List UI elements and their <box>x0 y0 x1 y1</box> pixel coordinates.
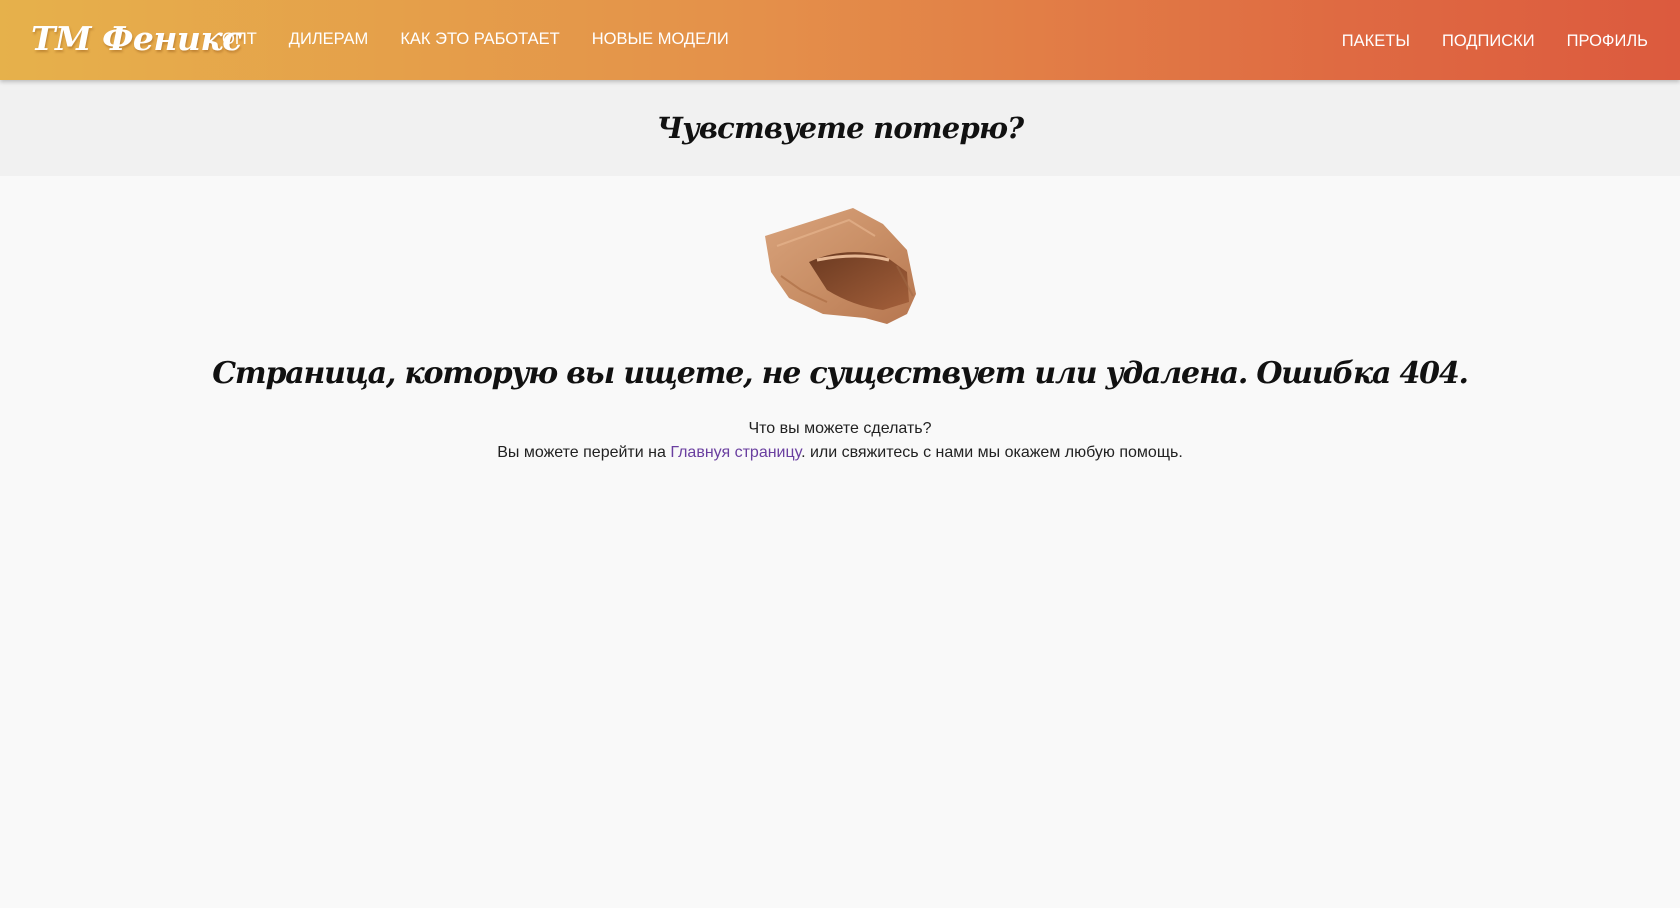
nav-link-how-it-works[interactable]: КАК ЭТО РАБОТАЕТ <box>400 26 559 52</box>
account-nav: ПАКЕТЫ ПОДПИСКИ ПРОФИЛЬ <box>1310 28 1648 54</box>
nav-link-new-models[interactable]: НОВЫЕ МОДЕЛИ <box>592 26 729 52</box>
top-navbar: ТМ Феникс ОПТ ДИЛЕРАМ КАК ЭТО РАБОТАЕТ Н… <box>0 0 1680 80</box>
page-title: Чувствуете потерю? <box>656 111 1025 145</box>
nav-link-packages[interactable]: ПАКЕТЫ <box>1342 28 1410 54</box>
error-heading: Страница, которую вы ищете, не существуе… <box>212 356 1469 391</box>
suggestion-prefix: Вы можете перейти на <box>497 444 671 461</box>
nav-link-opt[interactable]: ОПТ <box>222 26 257 52</box>
nav-link-subscriptions[interactable]: ПОДПИСКИ <box>1442 28 1535 54</box>
brand-logo[interactable]: ТМ Феникс <box>31 17 242 61</box>
primary-nav: ОПТ ДИЛЕРАМ КАК ЭТО РАБОТАЕТ НОВЫЕ МОДЕЛ… <box>222 26 761 52</box>
title-band: Чувствуете потерю? <box>0 80 1680 176</box>
nav-link-dealers[interactable]: ДИЛЕРАМ <box>289 26 369 52</box>
nav-link-profile[interactable]: ПРОФИЛЬ <box>1567 28 1648 54</box>
suggestion-suffix: . или свяжитесь с нами мы окажем любую п… <box>801 444 1183 461</box>
help-question: Что вы можете сделать? <box>748 420 932 437</box>
home-page-link[interactable]: Главнуя страницу <box>670 444 801 461</box>
paper-bag-icon <box>765 208 916 324</box>
help-suggestion: Вы можете перейти на Главнуя страницу. и… <box>0 442 1680 464</box>
